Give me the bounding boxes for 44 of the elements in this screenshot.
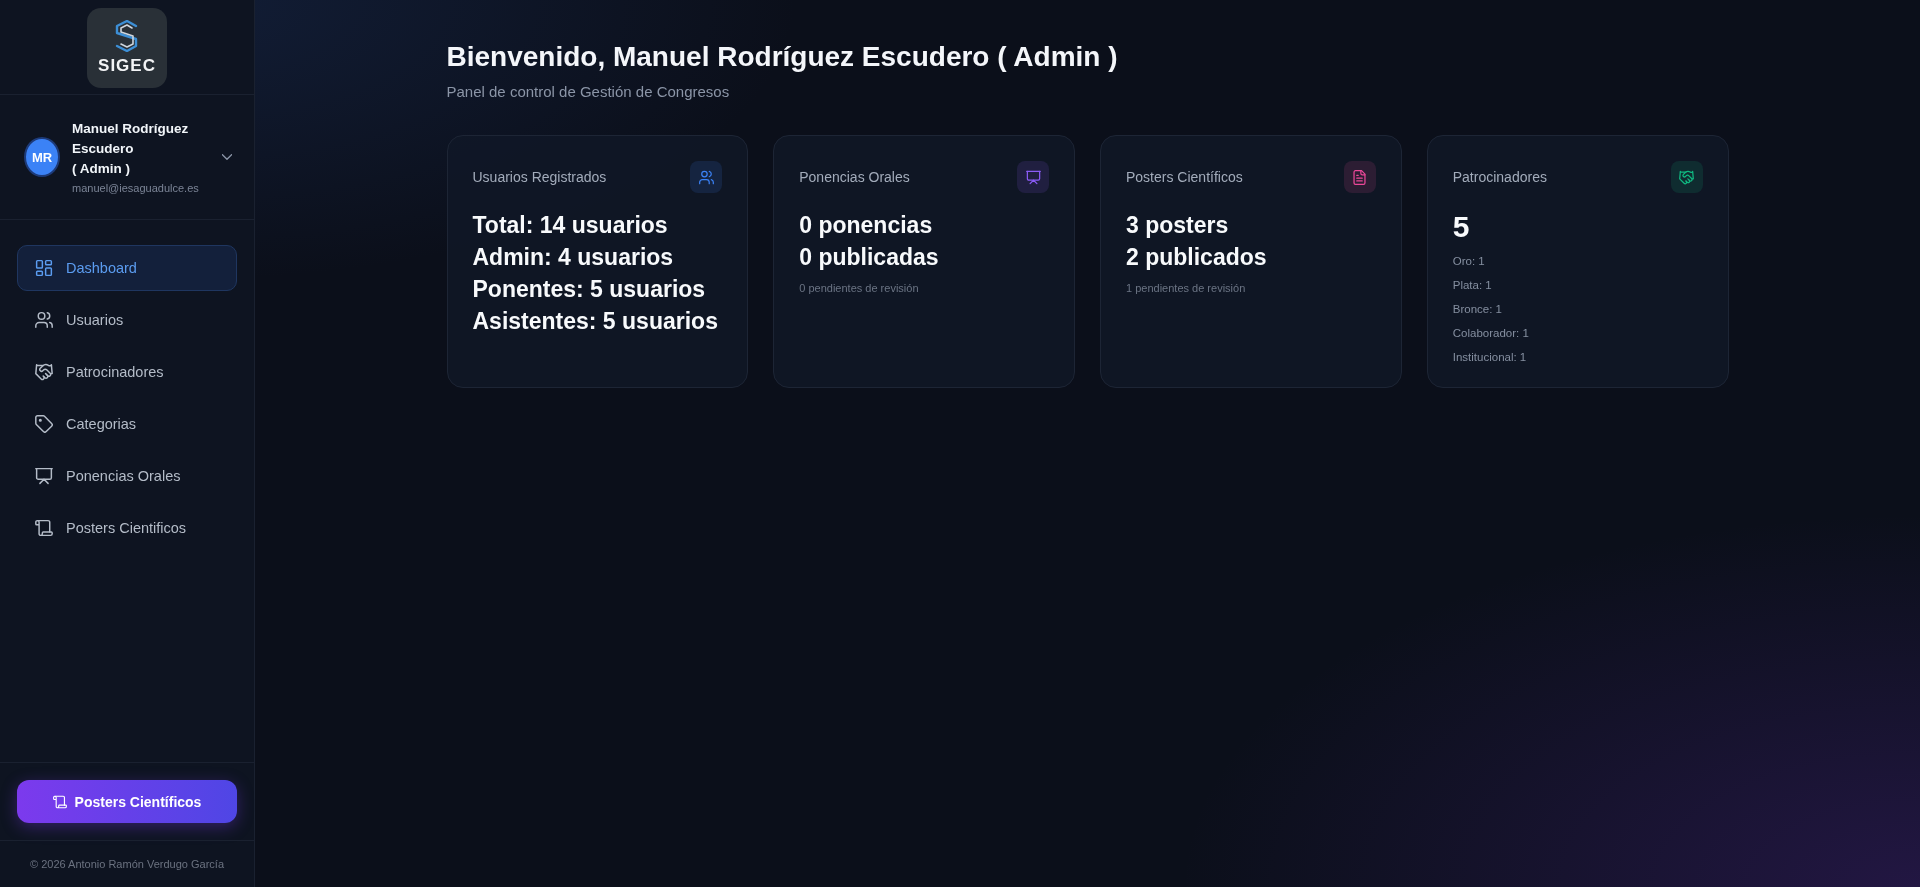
nav-item[interactable]: Patrocinadores: [17, 349, 237, 395]
stat-line: Ponentes: 5 usuarios: [472, 275, 707, 304]
handshake-icon: [35, 363, 53, 381]
pending-note: 0 pendientes de revisión: [799, 281, 920, 296]
scroll-icon: [52, 794, 67, 809]
stat-line: 3 posters: [1126, 211, 1230, 240]
copyright-text: © 2026 Antonio Ramón Verdugo García: [30, 858, 224, 870]
logo-icon: [114, 20, 140, 52]
logo-text: SIGEC: [98, 56, 156, 76]
user-email: manuel@iesaguadulce.es: [72, 180, 200, 196]
user-role: ( Admin ): [72, 159, 131, 178]
stat-line: Admin: 4 usuarios: [472, 243, 675, 272]
page-subtitle: Panel de control de Gestión de Congresos: [446, 82, 731, 102]
presentation-icon: [35, 467, 53, 485]
page-title: Bienvenido, Manuel Rodríguez Escudero ( Admin ): [446, 40, 1119, 74]
nav-item[interactable]: Dashboard: [17, 245, 237, 291]
stat-line: 0 publicadas: [799, 243, 940, 272]
sponsor-count: Plata: 1: [1452, 278, 1493, 293]
nav-item[interactable]: Posters Cientificos: [17, 505, 237, 551]
stat-line: 2 publicados: [1126, 243, 1268, 272]
nav-item[interactable]: Ponencias Orales: [17, 453, 237, 499]
chevron-icon[interactable]: [222, 154, 232, 160]
sponsor-count: Bronce: 1: [1452, 302, 1503, 317]
user-name: Manuel Rodríguez Escudero: [72, 119, 190, 158]
sponsor-total: 5: [1452, 209, 1471, 245]
user-avatar: MR: [24, 137, 60, 177]
nav-item[interactable]: Usuarios: [17, 297, 237, 343]
card-title: Usuarios Registrados: [472, 169, 607, 185]
card-title: Patrocinadores: [1452, 169, 1547, 185]
stat-line: Asistentes: 5 usuarios: [472, 307, 719, 336]
pending-note: 1 pendientes de revisión: [1126, 281, 1247, 296]
nav-item[interactable]: Categorias: [17, 401, 237, 447]
sponsor-count: Institucional: 1: [1452, 350, 1528, 365]
grid-icon: [35, 259, 53, 277]
posters-button[interactable]: Posters Científicos: [17, 780, 237, 823]
stat-line: 0 ponencias: [799, 211, 934, 240]
tag-icon: [35, 415, 53, 433]
scroll-icon: [35, 519, 53, 537]
sponsor-count: Colaborador: 1: [1452, 326, 1530, 341]
stat-line: Total: 14 usuarios: [472, 211, 669, 240]
card-title: Posters Científicos: [1126, 169, 1243, 185]
users-icon: [35, 311, 53, 329]
sponsor-count: Oro: 1: [1452, 254, 1486, 269]
card-title: Ponencias Orales: [799, 169, 910, 185]
